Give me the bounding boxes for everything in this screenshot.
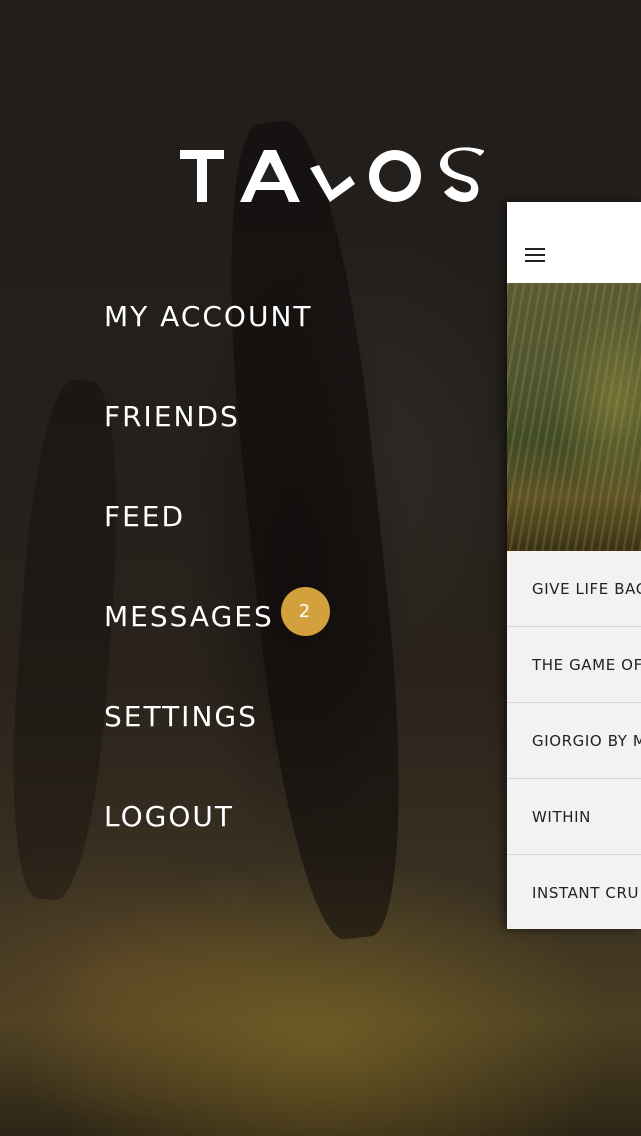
list-item[interactable]: GIORGIO BY M	[507, 703, 641, 779]
list-item[interactable]: THE GAME OF	[507, 627, 641, 703]
menu-item-label: FEED	[104, 500, 186, 533]
menu-item-label: MY ACCOUNT	[104, 300, 313, 333]
article-list: GIVE LIFE BAC THE GAME OF GIORGIO BY M W…	[507, 551, 641, 929]
menu-item-my-account[interactable]: MY ACCOUNT	[104, 300, 313, 333]
list-item-title: GIVE LIFE BAC	[532, 580, 641, 598]
panel-header	[507, 202, 641, 283]
menu-item-label: MESSAGES	[104, 600, 274, 633]
menu-item-messages[interactable]: MESSAGES 2	[104, 587, 330, 636]
menu-item-label: SETTINGS	[104, 700, 258, 733]
list-item-title: THE GAME OF	[532, 656, 641, 674]
menu-item-settings[interactable]: SETTINGS	[104, 700, 258, 733]
list-item[interactable]: WITHIN	[507, 779, 641, 855]
list-item-title: GIORGIO BY M	[532, 732, 641, 750]
menu-item-feed[interactable]: FEED	[104, 500, 185, 533]
menu-item-logout[interactable]: LOGOUT	[104, 800, 234, 833]
list-item[interactable]: GIVE LIFE BAC	[507, 551, 641, 627]
talos-logo	[180, 146, 485, 206]
list-item[interactable]: INSTANT CRU	[507, 855, 641, 929]
menu-item-friends[interactable]: FRIENDS	[104, 400, 240, 433]
menu-item-label: FRIENDS	[104, 400, 240, 433]
list-item-title: WITHIN	[532, 808, 591, 826]
hamburger-icon[interactable]	[525, 248, 545, 262]
messages-count-badge: 2	[281, 587, 330, 636]
list-item-title: INSTANT CRU	[532, 884, 640, 902]
hero-image	[507, 283, 641, 551]
menu-item-label: LOGOUT	[104, 800, 234, 833]
content-panel[interactable]: GIVE LIFE BAC THE GAME OF GIORGIO BY M W…	[507, 202, 641, 929]
